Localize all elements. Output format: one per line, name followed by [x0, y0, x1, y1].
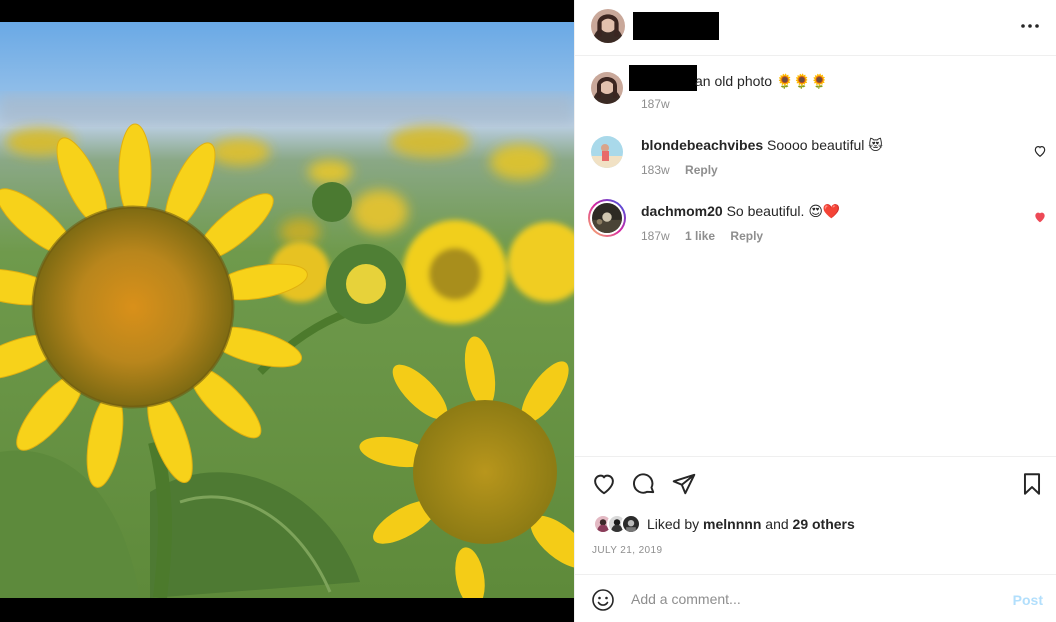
author-avatar-image: [591, 9, 625, 43]
post-media: [0, 0, 574, 622]
more-options-button[interactable]: [1017, 14, 1043, 38]
add-comment-input[interactable]: [631, 587, 991, 611]
author-avatar[interactable]: [591, 9, 625, 43]
comment-body: So beautiful. 😍❤️: [726, 203, 841, 219]
caption-meta: 187w: [641, 97, 682, 111]
post-side-panel: an old photo 🌻🌻🌻 187w blondebeachvibes S…: [574, 0, 1056, 622]
comment-bubble-icon[interactable]: [631, 471, 657, 497]
liker-avatar: [621, 514, 641, 534]
comment-text: dachmom20 So beautiful. 😍❤️: [641, 202, 840, 220]
comment-item: dachmom20 So beautiful. 😍❤️ 187w 1 like …: [575, 192, 1056, 252]
sunflower-photo-illustration: [0, 22, 574, 598]
likes-summary: Liked by melnnnn and 29 others: [593, 513, 855, 535]
heart-icon[interactable]: [591, 471, 617, 497]
caption-time: 187w: [641, 97, 670, 111]
comment-username[interactable]: blondebeachvibes: [641, 137, 763, 153]
author-username-redacted: [633, 12, 719, 40]
likes-text: Liked by melnnnn and 29 others: [647, 516, 855, 532]
story-ring-inner: [590, 201, 624, 235]
post-view: an old photo 🌻🌻🌻 187w blondebeachvibes S…: [0, 0, 1056, 622]
heart-filled-icon[interactable]: [1033, 210, 1047, 224]
comment-avatar-image: [592, 203, 622, 233]
comment-meta: 183w Reply: [641, 163, 730, 177]
add-comment-bar: Post: [575, 574, 1056, 622]
caption: an old photo 🌻🌻🌻 187w: [575, 56, 1056, 116]
comment-time: 187w: [641, 229, 670, 243]
comment-meta: 187w 1 like Reply: [641, 229, 775, 243]
post-actions: Liked by melnnnn and 29 others JULY 21, …: [575, 456, 1056, 574]
more-horizontal-icon: [1021, 24, 1039, 28]
comment-avatar[interactable]: [591, 136, 623, 168]
comment-avatar-story-ring[interactable]: [588, 199, 626, 237]
comment-body: Soooo beautiful 😻: [767, 137, 883, 153]
post-photo-sunflowers[interactable]: [0, 22, 574, 598]
heart-icon[interactable]: [1033, 144, 1047, 158]
post-comment-button[interactable]: Post: [1013, 592, 1043, 608]
reply-button[interactable]: Reply: [730, 229, 763, 243]
post-header: [575, 0, 1056, 56]
likes-others-link[interactable]: 29 others: [793, 516, 855, 532]
liker-username[interactable]: melnnnn: [703, 516, 761, 532]
comment-username[interactable]: dachmom20: [641, 203, 723, 219]
comment-likes-count[interactable]: 1 like: [685, 229, 715, 243]
caption-author-avatar-image: [591, 72, 623, 104]
comment-item: blondebeachvibes Soooo beautiful 😻 183w …: [575, 126, 1056, 186]
likes-middle: and: [761, 516, 793, 532]
comment-text: blondebeachvibes Soooo beautiful 😻: [641, 136, 883, 154]
comment-avatar-image: [591, 136, 623, 168]
comment-time: 183w: [641, 163, 670, 177]
caption-text: an old photo 🌻🌻🌻: [695, 73, 829, 89]
bookmark-icon[interactable]: [1019, 471, 1045, 497]
comments-list: an old photo 🌻🌻🌻 187w blondebeachvibes S…: [575, 56, 1056, 456]
post-date[interactable]: JULY 21, 2019: [592, 545, 662, 556]
likes-prefix: Liked by: [647, 516, 704, 532]
caption-username-redacted: [629, 65, 697, 91]
paper-plane-icon[interactable]: [671, 471, 697, 497]
emoji-smile-icon[interactable]: [591, 588, 615, 612]
reply-button[interactable]: Reply: [685, 163, 718, 177]
caption-author-avatar[interactable]: [591, 72, 623, 104]
